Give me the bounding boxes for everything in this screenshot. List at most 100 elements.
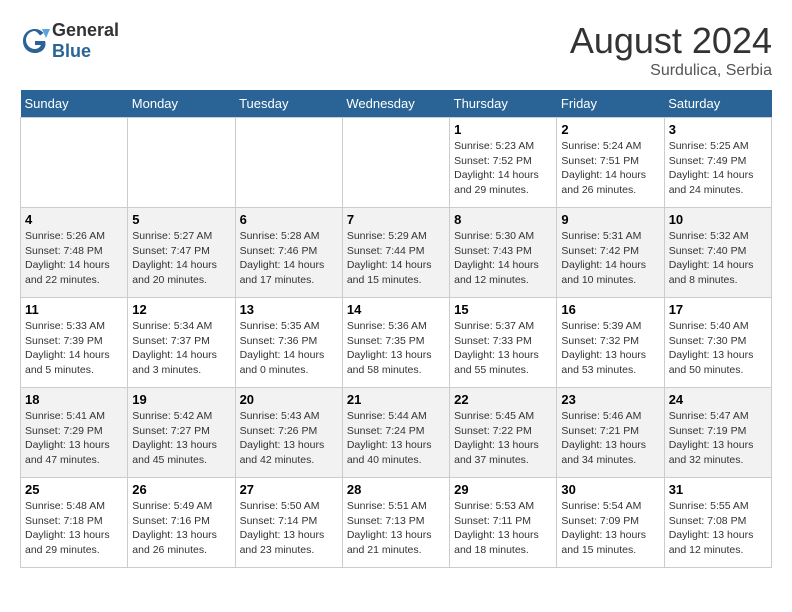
- day-number: 9: [561, 212, 659, 227]
- cell-content: Sunrise: 5:44 AMSunset: 7:24 PMDaylight:…: [347, 409, 445, 468]
- cell-content: Sunrise: 5:41 AMSunset: 7:29 PMDaylight:…: [25, 409, 123, 468]
- calendar-cell: 8Sunrise: 5:30 AMSunset: 7:43 PMDaylight…: [450, 208, 557, 298]
- day-number: 23: [561, 392, 659, 407]
- cell-content: Sunrise: 5:32 AMSunset: 7:40 PMDaylight:…: [669, 229, 767, 288]
- day-header-wednesday: Wednesday: [342, 90, 449, 118]
- day-number: 30: [561, 482, 659, 497]
- logo-icon: [20, 26, 50, 56]
- calendar-cell: 18 Sunrise: 5:41 AMSunset: 7:29 PMDayligh…: [21, 388, 128, 478]
- cell-content: Sunrise: 5:37 AMSunset: 7:33 PMDaylight:…: [454, 319, 552, 378]
- cell-content: Sunrise: 5:34 AMSunset: 7:37 PMDaylight:…: [132, 319, 230, 378]
- day-number: 2: [561, 122, 659, 137]
- day-number: 21: [347, 392, 445, 407]
- cell-content: Sunrise: 5:46 AMSunset: 7:21 PMDaylight:…: [561, 409, 659, 468]
- day-number: 19: [132, 392, 230, 407]
- calendar-cell: 28 Sunrise: 5:51 AMSunset: 7:13 PMDayligh…: [342, 478, 449, 568]
- day-number: 28: [347, 482, 445, 497]
- day-number: 11: [25, 302, 123, 317]
- calendar-cell: 1 Sunrise: 5:23 AMSunset: 7:52 PMDaylight…: [450, 118, 557, 208]
- calendar-cell: 10 Sunrise: 5:32 AMSunset: 7:40 PMDayligh…: [664, 208, 771, 298]
- calendar-cell: 7Sunrise: 5:29 AMSunset: 7:44 PMDaylight…: [342, 208, 449, 298]
- cell-content: Sunrise: 5:47 AMSunset: 7:19 PMDaylight:…: [669, 409, 767, 468]
- day-number: 12: [132, 302, 230, 317]
- calendar-cell: 19 Sunrise: 5:42 AMSunset: 7:27 PMDayligh…: [128, 388, 235, 478]
- logo-text: General Blue: [52, 20, 119, 62]
- logo-blue: Blue: [52, 41, 91, 61]
- calendar-cell: 12 Sunrise: 5:34 AMSunset: 7:37 PMDayligh…: [128, 298, 235, 388]
- day-number: 8: [454, 212, 552, 227]
- calendar-header: SundayMondayTuesdayWednesdayThursdayFrid…: [21, 90, 772, 118]
- day-number: 7: [347, 212, 445, 227]
- day-header-sunday: Sunday: [21, 90, 128, 118]
- calendar-cell: 25Sunrise: 5:48 AMSunset: 7:18 PMDayligh…: [21, 478, 128, 568]
- calendar-cell: 26Sunrise: 5:49 AMSunset: 7:16 PMDayligh…: [128, 478, 235, 568]
- day-header-thursday: Thursday: [450, 90, 557, 118]
- calendar-cell: 17 Sunrise: 5:40 AMSunset: 7:30 PMDayligh…: [664, 298, 771, 388]
- calendar-cell: 30 Sunrise: 5:54 AMSunset: 7:09 PMDayligh…: [557, 478, 664, 568]
- week-row-5: 25Sunrise: 5:48 AMSunset: 7:18 PMDayligh…: [21, 478, 772, 568]
- week-row-1: 1 Sunrise: 5:23 AMSunset: 7:52 PMDaylight…: [21, 118, 772, 208]
- calendar-cell: 2Sunrise: 5:24 AMSunset: 7:51 PMDaylight…: [557, 118, 664, 208]
- cell-content: Sunrise: 5:51 AMSunset: 7:13 PMDaylight:…: [347, 499, 445, 558]
- cell-content: Sunrise: 5:40 AMSunset: 7:30 PMDaylight:…: [669, 319, 767, 378]
- location: Surdulica, Serbia: [570, 62, 772, 80]
- day-number: 20: [240, 392, 338, 407]
- title-area: August 2024 Surdulica, Serbia: [570, 20, 772, 80]
- calendar-cell: 27 Sunrise: 5:50 AMSunset: 7:14 PMDayligh…: [235, 478, 342, 568]
- calendar-cell: [235, 118, 342, 208]
- week-row-4: 18 Sunrise: 5:41 AMSunset: 7:29 PMDayligh…: [21, 388, 772, 478]
- cell-content: Sunrise: 5:39 AMSunset: 7:32 PMDaylight:…: [561, 319, 659, 378]
- day-header-tuesday: Tuesday: [235, 90, 342, 118]
- calendar-table: SundayMondayTuesdayWednesdayThursdayFrid…: [20, 90, 772, 568]
- day-header-monday: Monday: [128, 90, 235, 118]
- day-number: 1: [454, 122, 552, 137]
- cell-content: Sunrise: 5:28 AMSunset: 7:46 PMDaylight:…: [240, 229, 338, 288]
- day-number: 22: [454, 392, 552, 407]
- cell-content: Sunrise: 5:31 AMSunset: 7:42 PMDaylight:…: [561, 229, 659, 288]
- day-number: 25: [25, 482, 123, 497]
- day-number: 17: [669, 302, 767, 317]
- calendar-cell: 16 Sunrise: 5:39 AMSunset: 7:32 PMDayligh…: [557, 298, 664, 388]
- calendar-cell: 23 Sunrise: 5:46 AMSunset: 7:21 PMDayligh…: [557, 388, 664, 478]
- calendar-body: 1 Sunrise: 5:23 AMSunset: 7:52 PMDaylight…: [21, 118, 772, 568]
- day-number: 5: [132, 212, 230, 227]
- calendar-cell: 24Sunrise: 5:47 AMSunset: 7:19 PMDayligh…: [664, 388, 771, 478]
- cell-content: Sunrise: 5:45 AMSunset: 7:22 PMDaylight:…: [454, 409, 552, 468]
- day-number: 18: [25, 392, 123, 407]
- day-number: 26: [132, 482, 230, 497]
- calendar-cell: [342, 118, 449, 208]
- calendar-cell: 3 Sunrise: 5:25 AMSunset: 7:49 PMDaylight…: [664, 118, 771, 208]
- calendar-cell: 11Sunrise: 5:33 AMSunset: 7:39 PMDayligh…: [21, 298, 128, 388]
- cell-content: Sunrise: 5:42 AMSunset: 7:27 PMDaylight:…: [132, 409, 230, 468]
- cell-content: Sunrise: 5:53 AMSunset: 7:11 PMDaylight:…: [454, 499, 552, 558]
- cell-content: Sunrise: 5:27 AMSunset: 7:47 PMDaylight:…: [132, 229, 230, 288]
- calendar-cell: 22 Sunrise: 5:45 AMSunset: 7:22 PMDayligh…: [450, 388, 557, 478]
- day-number: 16: [561, 302, 659, 317]
- day-number: 13: [240, 302, 338, 317]
- calendar-cell: 6Sunrise: 5:28 AMSunset: 7:46 PMDaylight…: [235, 208, 342, 298]
- day-number: 3: [669, 122, 767, 137]
- calendar-cell: 21 Sunrise: 5:44 AMSunset: 7:24 PMDayligh…: [342, 388, 449, 478]
- cell-content: Sunrise: 5:36 AMSunset: 7:35 PMDaylight:…: [347, 319, 445, 378]
- day-number: 31: [669, 482, 767, 497]
- cell-content: Sunrise: 5:23 AMSunset: 7:52 PMDaylight:…: [454, 139, 552, 198]
- cell-content: Sunrise: 5:55 AMSunset: 7:08 PMDaylight:…: [669, 499, 767, 558]
- day-number: 14: [347, 302, 445, 317]
- calendar-cell: 31 Sunrise: 5:55 AMSunset: 7:08 PMDayligh…: [664, 478, 771, 568]
- cell-content: Sunrise: 5:50 AMSunset: 7:14 PMDaylight:…: [240, 499, 338, 558]
- calendar-cell: 15Sunrise: 5:37 AMSunset: 7:33 PMDayligh…: [450, 298, 557, 388]
- logo-general: General: [52, 20, 119, 40]
- logo: General Blue: [20, 20, 119, 62]
- calendar-cell: 4Sunrise: 5:26 AMSunset: 7:48 PMDaylight…: [21, 208, 128, 298]
- cell-content: Sunrise: 5:35 AMSunset: 7:36 PMDaylight:…: [240, 319, 338, 378]
- header: General Blue August 2024 Surdulica, Serb…: [20, 20, 772, 80]
- day-header-saturday: Saturday: [664, 90, 771, 118]
- week-row-2: 4Sunrise: 5:26 AMSunset: 7:48 PMDaylight…: [21, 208, 772, 298]
- month-year: August 2024: [570, 20, 772, 62]
- cell-content: Sunrise: 5:54 AMSunset: 7:09 PMDaylight:…: [561, 499, 659, 558]
- day-number: 27: [240, 482, 338, 497]
- cell-content: Sunrise: 5:43 AMSunset: 7:26 PMDaylight:…: [240, 409, 338, 468]
- calendar-cell: 14 Sunrise: 5:36 AMSunset: 7:35 PMDayligh…: [342, 298, 449, 388]
- day-number: 10: [669, 212, 767, 227]
- cell-content: Sunrise: 5:25 AMSunset: 7:49 PMDaylight:…: [669, 139, 767, 198]
